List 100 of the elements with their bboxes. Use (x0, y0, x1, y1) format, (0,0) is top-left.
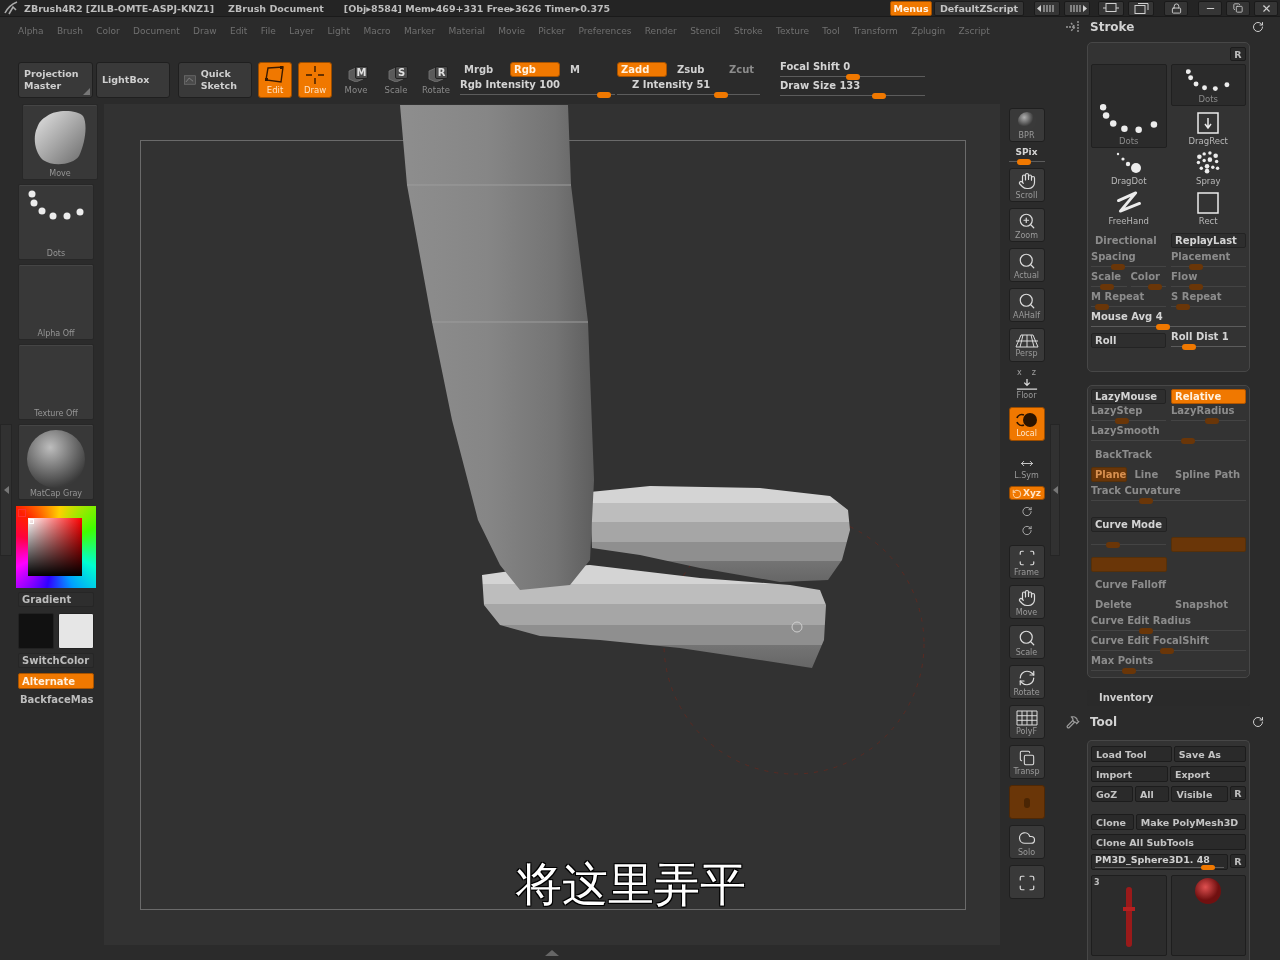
view-button[interactable]: Solo (1008, 825, 1045, 859)
slider-thumb[interactable] (1181, 343, 1196, 350)
slider-track[interactable] (1091, 437, 1246, 444)
window-button[interactable] (1128, 0, 1154, 16)
menu-item[interactable]: Alpha (18, 25, 44, 36)
tool-button[interactable]: Visible (1171, 786, 1228, 802)
foot-mesh[interactable] (590, 486, 850, 582)
slider-track[interactable] (1008, 159, 1045, 163)
slider-track[interactable] (1091, 497, 1246, 504)
color-mode-toggle[interactable]: M (566, 61, 580, 77)
palette-button[interactable]: Curve Mode (1091, 516, 1167, 532)
mode-button[interactable]: Draw (298, 62, 332, 98)
palette-button[interactable]: LazyMouse (1091, 388, 1166, 404)
lock-button[interactable] (1164, 0, 1188, 16)
window-button[interactable] (1098, 0, 1124, 16)
slider-thumb[interactable] (1200, 865, 1215, 870)
slider-track[interactable] (1095, 865, 1224, 869)
close-button[interactable] (1254, 0, 1278, 16)
slider-track[interactable] (1091, 627, 1246, 634)
shelf-button[interactable]: Projection Master (18, 62, 93, 98)
color-picker[interactable] (16, 506, 96, 588)
menu-item[interactable]: Material (448, 25, 485, 36)
menu-item[interactable]: Stroke (733, 25, 763, 36)
menu-item[interactable]: Tool (822, 25, 840, 36)
mode-button[interactable]: M Move (341, 62, 371, 98)
menu-item[interactable]: Color (96, 25, 120, 36)
restore-button[interactable] (1226, 0, 1250, 16)
menu-item[interactable]: Movie (498, 25, 525, 36)
slider-track[interactable] (1091, 323, 1246, 330)
view-button[interactable]: L.Sym (1008, 455, 1045, 481)
axis-toggle[interactable]: x (1017, 368, 1022, 377)
reset-icon[interactable] (1252, 21, 1264, 33)
mode-button[interactable]: R Rotate (420, 62, 452, 98)
tool-button[interactable]: Save As (1173, 746, 1246, 762)
palette-button[interactable]: ReplayLast (1171, 232, 1246, 248)
title-button[interactable]: Menus (890, 0, 932, 16)
color-swatch-icon[interactable] (18, 613, 54, 649)
arrow-left-button[interactable] (1034, 0, 1060, 16)
view-button[interactable]: Xyz (1008, 486, 1045, 500)
tray-handle[interactable] (0, 424, 12, 556)
menu-item[interactable]: Zplugin (911, 25, 946, 36)
arrow-right-button[interactable] (1064, 0, 1090, 16)
view-button[interactable]: Floor (1008, 377, 1045, 401)
menu-item[interactable]: File (260, 25, 276, 36)
shelf-tile[interactable]: Move (22, 104, 98, 180)
mode-button[interactable]: S Scale (381, 62, 411, 98)
slider-track[interactable] (1091, 667, 1246, 674)
menu-item[interactable]: Marker (404, 25, 436, 36)
viewport-canvas[interactable]: 将这里弄平 (104, 104, 1000, 945)
tool-button[interactable]: Make PolyMesh3D (1135, 814, 1246, 830)
menu-item[interactable]: Draw (193, 25, 217, 36)
view-button[interactable]: Move (1008, 585, 1045, 619)
stroke-type-tile[interactable]: DragDot (1091, 150, 1167, 188)
view-button[interactable]: Frame (1008, 545, 1045, 579)
slider-track[interactable] (1171, 283, 1246, 290)
menu-item[interactable]: Brush (56, 25, 83, 36)
view-button[interactable]: Rotate (1008, 665, 1045, 699)
slider-track[interactable] (1171, 417, 1246, 424)
title-button[interactable]: DefaultZScript (934, 0, 1024, 16)
view-button[interactable] (1008, 865, 1045, 899)
mode-button[interactable]: Edit (258, 62, 292, 98)
view-button[interactable]: Zoom (1008, 208, 1045, 242)
shelf-tile[interactable]: MatCap Gray (18, 424, 94, 500)
shelf-button[interactable]: Quick Sketch (178, 62, 252, 98)
view-button[interactable]: Scroll (1008, 168, 1045, 202)
view-button[interactable]: BPR (1008, 108, 1045, 142)
tool-thumbnail[interactable]: 3 (1091, 875, 1167, 956)
tool-button[interactable]: GoZ (1091, 786, 1133, 802)
slider-thumb[interactable] (713, 91, 728, 98)
color-mode-toggle[interactable]: Rgb (510, 61, 560, 77)
leg-mesh[interactable] (400, 105, 594, 590)
view-button[interactable]: Actual (1008, 248, 1045, 282)
slider-thumb[interactable] (1017, 159, 1032, 165)
view-button[interactable]: Transp (1008, 745, 1045, 779)
slider-track[interactable] (1091, 303, 1166, 310)
menu-item[interactable]: Light (327, 25, 351, 36)
view-button[interactable]: PolyF (1008, 705, 1045, 739)
slider-track[interactable] (1091, 647, 1246, 654)
slider-track[interactable] (1171, 263, 1246, 270)
menu-item[interactable]: Transform (853, 25, 898, 36)
view-button[interactable]: AAHalf (1008, 288, 1045, 322)
r-button[interactable]: R (1230, 786, 1246, 800)
shelf-tile[interactable]: Alpha Off (18, 264, 94, 340)
color-swatch-icon[interactable] (58, 613, 94, 649)
menu-item[interactable]: Preferences (578, 25, 632, 36)
menu-item[interactable]: Picker (538, 25, 566, 36)
view-button[interactable]: Persp (1008, 328, 1045, 362)
stroke-type-tile[interactable]: FreeHand (1091, 190, 1167, 228)
slider-track[interactable] (1091, 283, 1127, 290)
tool-button[interactable]: All (1134, 786, 1170, 802)
view-button[interactable]: Scale (1008, 625, 1045, 659)
reset-icon[interactable] (1252, 716, 1264, 728)
depth-mode-toggle[interactable]: Zsub (673, 61, 705, 77)
shelf-button[interactable]: LightBox (96, 62, 170, 98)
tool-button[interactable]: Export (1169, 766, 1246, 782)
backface-mask-label[interactable]: BackfaceMas (18, 694, 98, 705)
tool-button[interactable]: Clone All SubTools (1091, 834, 1246, 850)
stroke-type-tile[interactable]: Rect (1170, 190, 1246, 228)
tool-button[interactable]: Import (1091, 766, 1168, 782)
menu-item[interactable]: Layer (289, 25, 315, 36)
